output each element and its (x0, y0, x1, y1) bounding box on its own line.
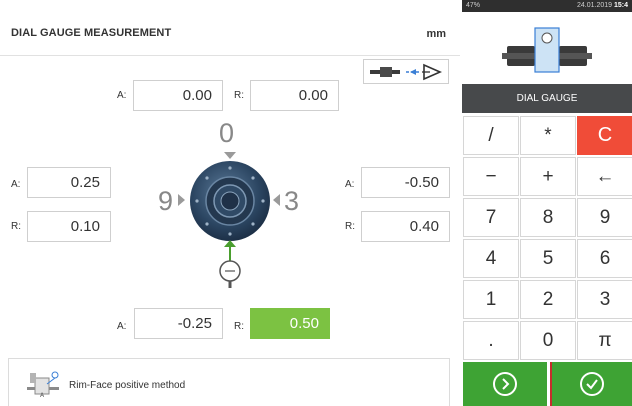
top-a-label: A: (117, 90, 127, 101)
left-r-label: R: (11, 221, 21, 232)
key-pi[interactable]: π (577, 321, 632, 360)
panel-header: DIAL GAUGE MEASUREMENT mm (0, 0, 460, 56)
key-plus[interactable]: + (520, 157, 576, 196)
clock-position-9: 9 (158, 186, 174, 216)
left-a-field[interactable]: 0.25 (27, 167, 111, 198)
bottom-r-label: R: (234, 321, 244, 332)
dial-gauge-icon (219, 260, 241, 288)
confirm-check-icon (580, 372, 604, 396)
key-multiply[interactable]: * (520, 116, 576, 155)
confirm-button[interactable] (550, 362, 632, 406)
method-select-button[interactable] (363, 59, 449, 84)
page-title: DIAL GAUGE MEASUREMENT (11, 27, 172, 39)
clock-position-0: 0 (219, 118, 235, 148)
coupling-preview-icon (502, 27, 592, 73)
coupling-method-icon (370, 63, 442, 81)
left-a-label: A: (11, 179, 21, 190)
method-label: Rim-Face positive method (69, 380, 186, 391)
key-9[interactable]: 9 (577, 198, 632, 237)
key-3[interactable]: 3 (577, 280, 632, 319)
key-clear[interactable]: C (577, 116, 632, 155)
key-7[interactable]: 7 (463, 198, 519, 237)
key-0[interactable]: 0 (520, 321, 576, 360)
battery-level: 47% (466, 2, 481, 9)
key-decimal[interactable]: . (463, 321, 519, 360)
mode-bar: DIAL GAUGE (462, 84, 632, 113)
right-a-field[interactable]: -0.50 (361, 167, 450, 198)
right-r-label: R: (345, 221, 355, 232)
status-time: 15:4 (613, 2, 628, 9)
key-backspace[interactable]: ← (577, 157, 632, 196)
unit-label: mm (426, 28, 446, 40)
top-marker-icon (224, 152, 236, 159)
left-marker-icon (178, 194, 185, 206)
key-divide[interactable]: / (463, 116, 519, 155)
top-a-field[interactable]: 0.00 (133, 80, 223, 111)
key-2[interactable]: 2 (520, 280, 576, 319)
status-date: 24.01.2019 (576, 2, 613, 9)
keypad-panel: 47% 24.01.2019 15:4 DIAL GAUGE / * C − +… (462, 0, 632, 406)
bottom-a-label: A: (117, 321, 127, 332)
next-arrow-icon (493, 372, 517, 396)
next-button[interactable] (463, 362, 547, 406)
top-r-field[interactable]: 0.00 (250, 80, 339, 111)
top-r-label: R: (234, 90, 244, 101)
clock-position-3: 3 (284, 186, 300, 216)
key-1[interactable]: 1 (463, 280, 519, 319)
preview-thumbnail (462, 12, 632, 84)
status-bar: 47% 24.01.2019 15:4 (462, 0, 632, 12)
bottom-a-field[interactable]: -0.25 (134, 308, 223, 339)
status-datetime: 24.01.2019 15:4 (577, 2, 628, 9)
rim-face-method-icon: A (27, 371, 59, 399)
key-minus[interactable]: − (463, 157, 519, 196)
key-8[interactable]: 8 (520, 198, 576, 237)
right-marker-icon (273, 194, 280, 206)
bottom-r-field[interactable]: 0.50 (250, 308, 330, 339)
key-6[interactable]: 6 (577, 239, 632, 278)
right-r-field[interactable]: 0.40 (361, 211, 450, 242)
key-4[interactable]: 4 (463, 239, 519, 278)
left-r-field[interactable]: 0.10 (27, 211, 111, 242)
key-5[interactable]: 5 (520, 239, 576, 278)
measurement-panel: DIAL GAUGE MEASUREMENT mm A: 0.00 R: 0.0… (0, 0, 460, 406)
right-a-label: A: (345, 179, 355, 190)
method-row[interactable]: A Rim-Face positive method (8, 358, 450, 406)
